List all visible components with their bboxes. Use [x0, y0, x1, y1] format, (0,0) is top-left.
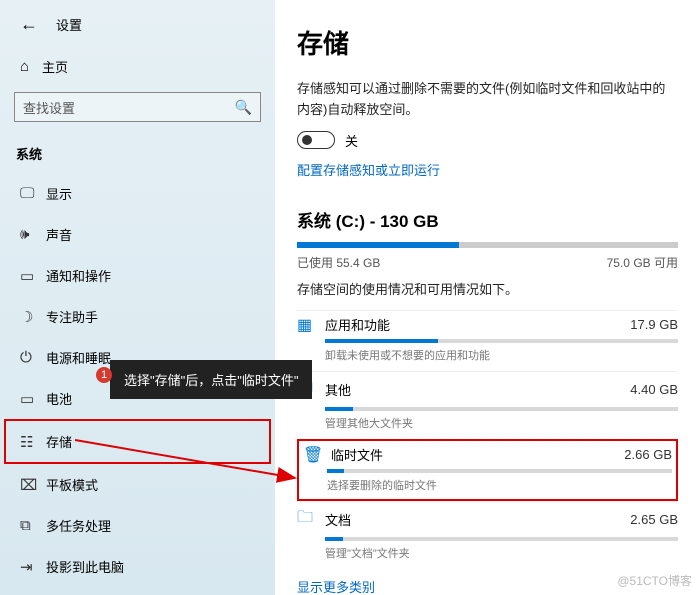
category-temp-files[interactable]: 🗑临时文件 2.66 GB 选择要删除的临时文件 [297, 439, 678, 501]
page-title: 存储 [297, 24, 678, 61]
section-system: 系统 [0, 136, 275, 173]
sidebar-item-notifications[interactable]: ▭通知和操作 [0, 255, 275, 296]
sound-icon: 🕪 [20, 226, 46, 243]
search-placeholder: 查找设置 [23, 98, 75, 117]
sidebar-item-storage[interactable]: ☷存储 [4, 419, 271, 464]
drive-usage-bar [297, 242, 678, 248]
annotation-badge: 1 [96, 367, 112, 383]
home-nav[interactable]: ⌂ 主页 [0, 47, 275, 86]
sidebar-item-display[interactable]: 🖵显示 [0, 173, 275, 214]
settings-title: 设置 [56, 15, 82, 34]
power-icon: ⏻ [20, 349, 46, 366]
project-icon: ⇥ [20, 558, 46, 576]
trash-icon: 🗑 [303, 445, 331, 465]
sidebar-item-sound[interactable]: 🕪声音 [0, 214, 275, 255]
free-label: 75.0 GB 可用 [607, 254, 678, 271]
search-input[interactable]: 查找设置 🔍 [14, 92, 261, 122]
multitask-icon: ⧉ [20, 517, 46, 534]
sidebar: ← 设置 ⌂ 主页 查找设置 🔍 系统 🖵显示 🕪声音 ▭通知和操作 ☽专注助手… [0, 0, 275, 595]
focus-icon: ☽ [20, 308, 46, 326]
apps-icon: ▦ [297, 315, 325, 335]
tablet-icon: ⌧ [20, 476, 46, 494]
drive-title: 系统 (C:) - 130 GB [297, 207, 678, 232]
configure-link[interactable]: 配置存储感知或立即运行 [297, 160, 678, 179]
search-icon: 🔍 [235, 99, 252, 116]
used-label: 已使用 55.4 GB [297, 254, 380, 271]
toggle-off-label: 关 [345, 131, 358, 150]
document-icon: 🗀 [297, 506, 325, 533]
display-icon: 🖵 [20, 185, 46, 202]
storage-sense-toggle[interactable] [297, 131, 335, 149]
category-documents[interactable]: 🗀文档 2.65 GB 管理"文档"文件夹 [297, 501, 678, 569]
category-other[interactable]: 🗀其他 4.40 GB 管理其他大文件夹 [297, 371, 678, 439]
storage-icon: ☷ [20, 433, 46, 451]
battery-icon: ▭ [20, 390, 46, 408]
notifications-icon: ▭ [20, 267, 46, 285]
home-label: 主页 [42, 57, 68, 76]
category-apps[interactable]: ▦应用和功能 17.9 GB 卸载未使用或不想要的应用和功能 [297, 310, 678, 371]
sidebar-item-multitask[interactable]: ⧉多任务处理 [0, 505, 275, 546]
sidebar-item-tablet[interactable]: ⌧平板模式 [0, 464, 275, 505]
main-content: 存储 存储感知可以通过删除不需要的文件(例如临时文件和回收站中的内容)自动释放空… [275, 0, 700, 595]
usage-desc: 存储空间的使用情况和可用情况如下。 [297, 279, 678, 298]
sidebar-item-focus[interactable]: ☽专注助手 [0, 296, 275, 337]
watermark: @51CTO博客 [617, 572, 692, 589]
home-icon: ⌂ [20, 58, 42, 75]
back-icon[interactable]: ← [20, 14, 38, 35]
annotation-tooltip: 选择"存储"后，点击"临时文件" [110, 360, 312, 399]
storage-sense-desc: 存储感知可以通过删除不需要的文件(例如临时文件和回收站中的内容)自动释放空间。 [297, 79, 678, 121]
sidebar-item-project[interactable]: ⇥投影到此电脑 [0, 546, 275, 587]
